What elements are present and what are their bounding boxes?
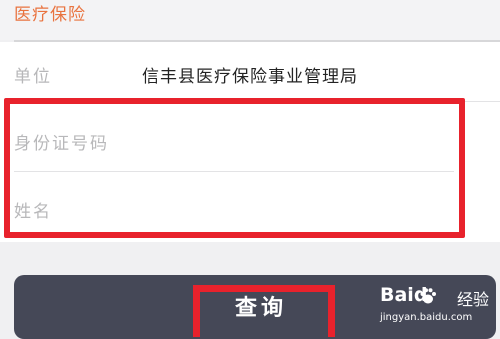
section-header: 医疗保险 xyxy=(0,0,500,40)
watermark: Baid 经验 jingyan.baidu.com xyxy=(380,284,500,333)
unit-value: 信丰县医疗保险事业管理局 xyxy=(142,67,358,87)
baidu-paw-icon xyxy=(420,288,436,304)
input-highlight-frame xyxy=(4,98,465,238)
section-title: 医疗保险 xyxy=(14,5,86,25)
unit-label: 单位 xyxy=(14,67,52,87)
watermark-url: jingyan.baidu.com xyxy=(380,312,473,323)
button-highlight-frame xyxy=(193,285,335,337)
watermark-text: 经验 xyxy=(457,290,490,309)
